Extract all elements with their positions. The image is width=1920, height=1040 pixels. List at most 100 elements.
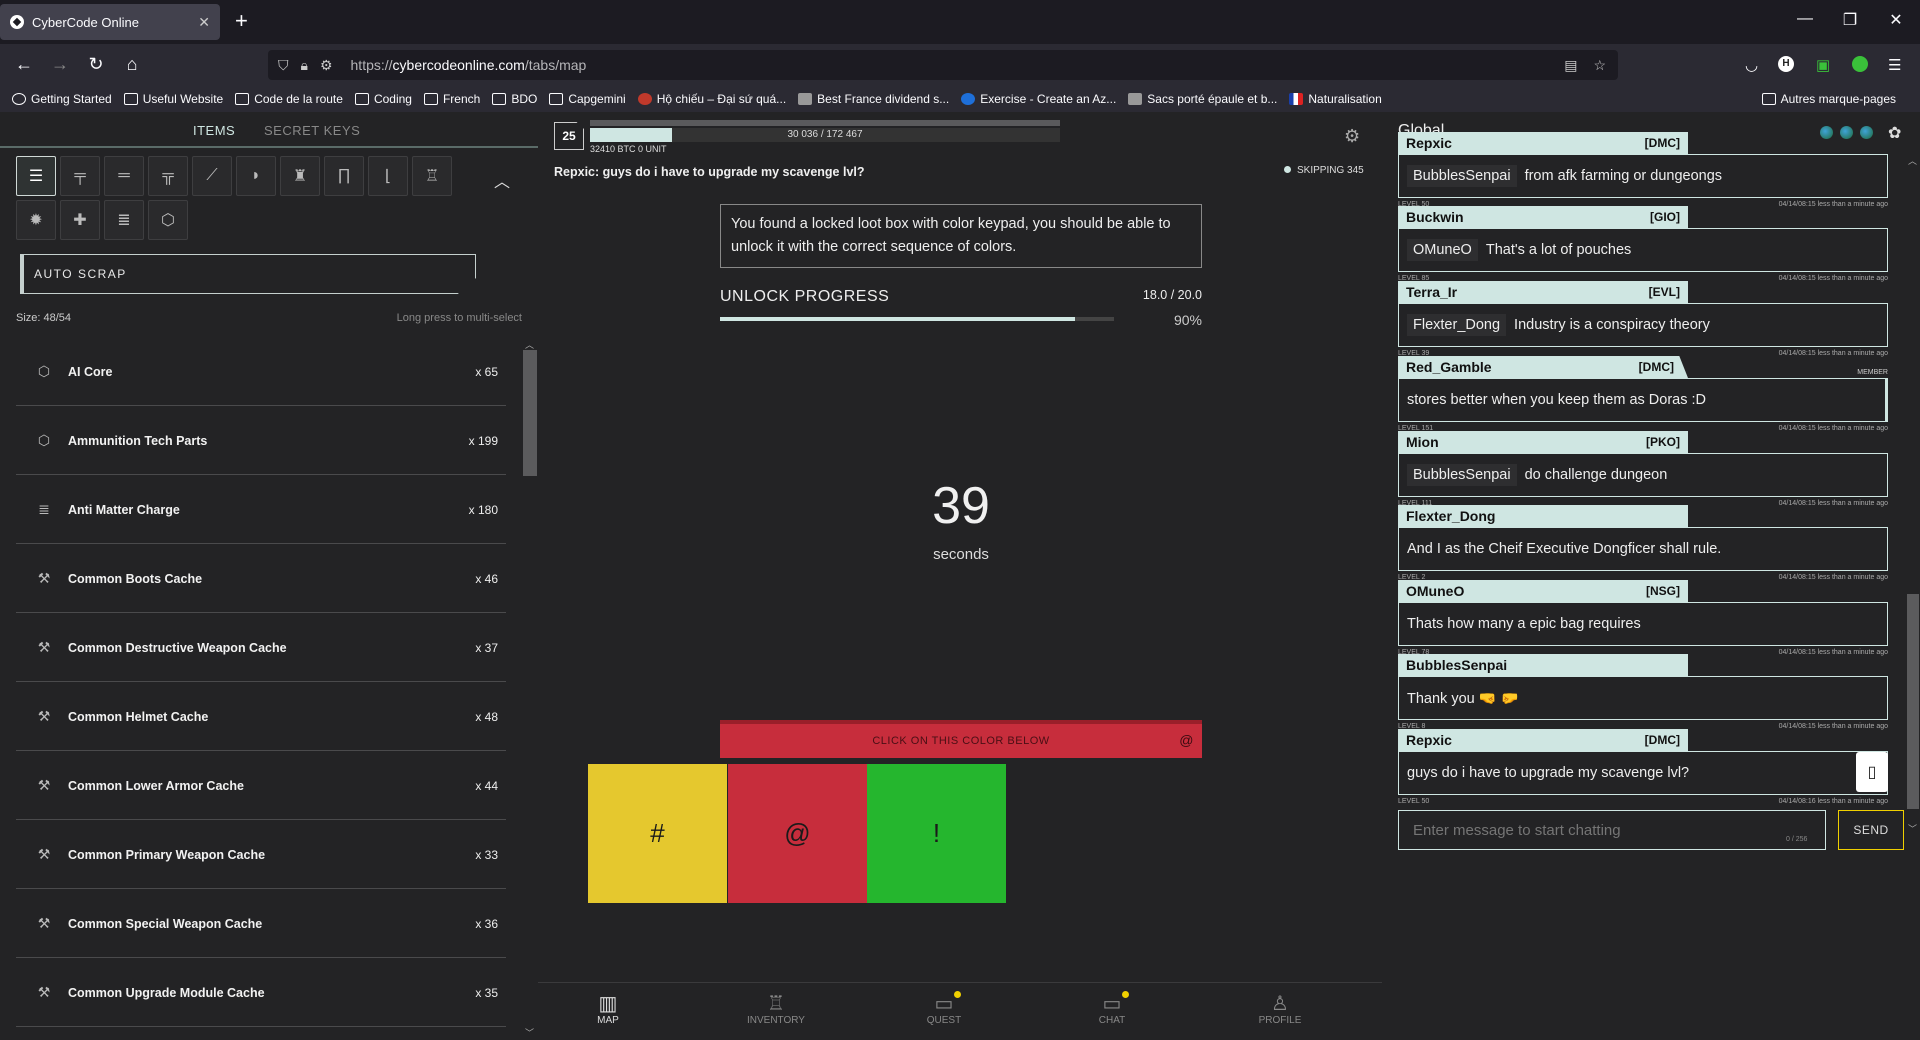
- list-item[interactable]: ⬡ AI Core x 65: [16, 338, 506, 406]
- extension-green-icon[interactable]: ▣: [1816, 56, 1830, 74]
- nav-chat[interactable]: ▭ CHAT: [1052, 991, 1172, 1026]
- chat-author[interactable]: Repxic [DMC]: [1398, 132, 1688, 154]
- palette-icon[interactable]: ✿: [1888, 123, 1901, 143]
- color-button-green[interactable]: !: [867, 764, 1006, 903]
- chat-author[interactable]: Mion [PKO]: [1398, 431, 1688, 453]
- auto-scrap-button[interactable]: AUTO SCRAP: [20, 254, 476, 294]
- filter-pants-button[interactable]: ∏: [324, 156, 364, 196]
- chat-author[interactable]: Buckwin [GIO]: [1398, 206, 1688, 228]
- battery-icon: ≣: [117, 212, 131, 229]
- chat-author[interactable]: Flexter_Dong: [1398, 505, 1688, 527]
- filter-rifle-button[interactable]: ═: [104, 156, 144, 196]
- chat-input[interactable]: [1398, 810, 1826, 850]
- lock-icon[interactable]: 🔒︎: [301, 57, 308, 74]
- reader-view-icon[interactable]: ▤: [1564, 57, 1577, 74]
- bookmark-folder[interactable]: Coding: [354, 92, 412, 106]
- settings-gear-icon[interactable]: ⚙: [1344, 126, 1360, 147]
- filter-heavy-weapon-button[interactable]: ╦: [148, 156, 188, 196]
- scroll-thumb[interactable]: [523, 350, 537, 476]
- filter-medkit-button[interactable]: ✚: [60, 200, 100, 240]
- bookmark-folder[interactable]: Capgemini: [549, 92, 626, 106]
- chat-author[interactable]: OMuneO [NSG]: [1398, 580, 1688, 602]
- bookmark-link[interactable]: Naturalisation: [1289, 92, 1382, 106]
- extension-circle-icon[interactable]: [1852, 56, 1868, 72]
- home-icon[interactable]: ⌂: [120, 54, 144, 75]
- collapse-filters-icon[interactable]: ︿: [494, 168, 510, 192]
- scroll-down-icon[interactable]: ﹀: [1908, 822, 1917, 835]
- tab-title: CyberCode Online: [32, 14, 139, 30]
- chat-scrollbar[interactable]: ︿ ﹀: [1904, 154, 1920, 988]
- mention[interactable]: Flexter_Dong: [1407, 314, 1507, 336]
- color-button-red[interactable]: @: [728, 764, 867, 903]
- filter-all-button[interactable]: ☰: [16, 156, 56, 196]
- list-item[interactable]: ⚒ Common Primary Weapon Cache x 33: [16, 821, 506, 889]
- close-tab-icon[interactable]: ✕: [198, 14, 210, 31]
- back-icon[interactable]: ←: [12, 54, 36, 75]
- copy-icon[interactable]: ▯: [1856, 752, 1888, 792]
- list-item[interactable]: ≣ Anti Matter Charge x 180: [16, 476, 506, 544]
- nav-quest[interactable]: ▭ QUEST: [884, 991, 1004, 1026]
- restore-icon[interactable]: ❐: [1840, 10, 1860, 30]
- bookmark-folder[interactable]: Useful Website: [123, 92, 223, 106]
- permissions-icon[interactable]: ⚙: [320, 57, 333, 74]
- tab-secret-keys[interactable]: SECRET KEYS: [264, 123, 360, 138]
- nav-map[interactable]: ▥ MAP: [548, 991, 668, 1026]
- mention[interactable]: BubblesSenpai: [1407, 165, 1517, 187]
- filter-melee-button[interactable]: ⟋: [192, 156, 232, 196]
- bookmark-folder[interactable]: BDO: [492, 92, 537, 106]
- bookmark-link[interactable]: Exercise - Create an Az...: [961, 92, 1116, 106]
- bookmark-link[interactable]: Sacs porté épaule et b...: [1128, 92, 1277, 106]
- unlock-progress-bar: [720, 317, 1114, 321]
- chat-author[interactable]: Red_Gamble [DMC]: [1398, 356, 1688, 378]
- pocket-icon[interactable]: ◡: [1745, 56, 1758, 74]
- address-bar[interactable]: ⛉ 🔒︎ ⚙ https://cybercodeonline.com/tabs/…: [268, 50, 1618, 80]
- color-button-yellow[interactable]: #: [588, 764, 727, 903]
- minimize-icon[interactable]: —: [1795, 10, 1815, 28]
- list-item[interactable]: ⚒ Common Lower Armor Cache x 44: [16, 752, 506, 820]
- inventory-scrollbar[interactable]: ︿ ﹀: [522, 338, 538, 1040]
- char-count: 0 / 256: [1786, 836, 1808, 843]
- filter-boots-button[interactable]: ⌊: [368, 156, 408, 196]
- bookmark-getting-started[interactable]: Getting Started: [12, 92, 112, 106]
- browser-tab[interactable]: CyberCode Online ✕: [0, 4, 220, 40]
- scroll-down-icon[interactable]: ﹀: [525, 1026, 534, 1039]
- mention[interactable]: BubblesSenpai: [1407, 464, 1517, 486]
- bookmark-folder[interactable]: Code de la route: [235, 92, 343, 106]
- list-item[interactable]: ⬡ Ammunition Tech Parts x 199: [16, 407, 506, 475]
- bookmark-folder[interactable]: French: [423, 92, 480, 106]
- bookmark-link[interactable]: Best France dividend s...: [798, 92, 949, 106]
- filter-helmet-button[interactable]: ◗: [236, 156, 276, 196]
- scroll-up-icon[interactable]: ︿: [1908, 154, 1917, 167]
- filter-armor-button[interactable]: ♜: [280, 156, 320, 196]
- armor-icon: ♜: [292, 168, 308, 185]
- chat-author[interactable]: BubblesSenpai: [1398, 654, 1688, 676]
- nav-inventory[interactable]: ♖ INVENTORY: [716, 991, 836, 1026]
- list-item[interactable]: ⚒ Common Helmet Cache x 48: [16, 683, 506, 751]
- list-item[interactable]: ⚒ Common Upgrade Module Cache x 35: [16, 959, 506, 1027]
- mention[interactable]: OMuneO: [1407, 239, 1478, 261]
- bookmark-link[interactable]: Hộ chiếu – Đại sứ quá...: [637, 92, 786, 106]
- shield-icon[interactable]: ⛉: [278, 57, 289, 74]
- tab-items[interactable]: ITEMS: [193, 123, 235, 138]
- forward-icon[interactable]: →: [48, 54, 72, 75]
- list-item[interactable]: ⚒ Common Destructive Weapon Cache x 37: [16, 614, 506, 682]
- filter-gear-button[interactable]: ♖: [412, 156, 452, 196]
- list-item[interactable]: ⚒ Common Boots Cache x 46: [16, 545, 506, 613]
- send-button[interactable]: SEND: [1838, 810, 1904, 850]
- bookmark-star-icon[interactable]: ☆: [1593, 57, 1606, 74]
- nav-profile[interactable]: ♙ PROFILE: [1220, 991, 1340, 1026]
- filter-battery-button[interactable]: ≣: [104, 200, 144, 240]
- new-tab-icon[interactable]: +: [235, 8, 248, 34]
- reload-icon[interactable]: ↻: [84, 54, 108, 75]
- scroll-thumb[interactable]: [1907, 594, 1919, 809]
- chat-author[interactable]: Repxic [DMC]: [1398, 729, 1688, 751]
- filter-cube-button[interactable]: ⬡: [148, 200, 188, 240]
- filter-pistol-button[interactable]: ╤: [60, 156, 100, 196]
- chat-author[interactable]: Terra_Ir [EVL]: [1398, 281, 1688, 303]
- list-item[interactable]: ⚒ Common Special Weapon Cache x 36: [16, 890, 506, 958]
- window-close-icon[interactable]: ✕: [1886, 10, 1906, 30]
- menu-icon[interactable]: ☰: [1888, 56, 1901, 74]
- filter-chip-button[interactable]: ✹: [16, 200, 56, 240]
- other-bookmarks[interactable]: Autres marque-pages: [1753, 86, 1896, 112]
- extension-h-icon[interactable]: H: [1778, 56, 1794, 72]
